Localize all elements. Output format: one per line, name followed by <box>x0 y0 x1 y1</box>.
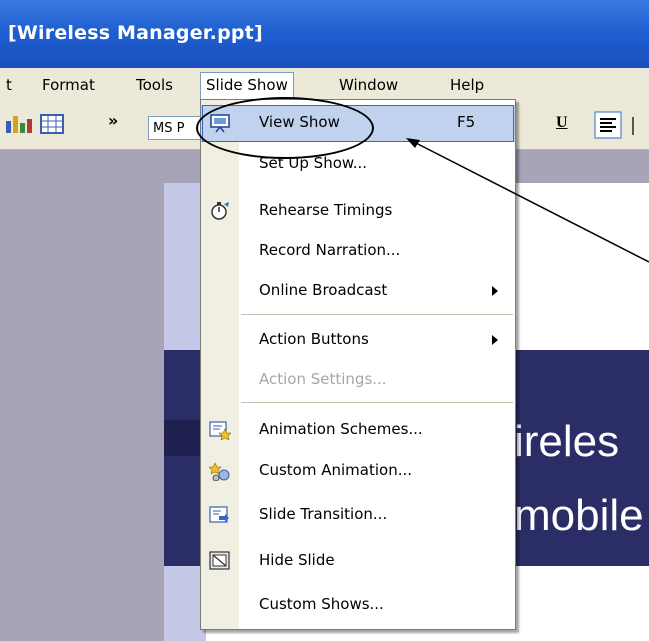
annotation-ellipse <box>196 97 374 159</box>
menu-item-label: Hide Slide <box>259 551 335 569</box>
submenu-arrow-icon <box>492 286 498 296</box>
menu-item-label: Online Broadcast <box>259 281 388 299</box>
window-title: [Wireless Manager.ppt] <box>8 22 263 44</box>
stopwatch-icon <box>211 202 229 220</box>
menu-item-label: Slide Transition... <box>259 505 388 523</box>
menu-separator <box>241 314 513 315</box>
submenu-arrow-icon <box>492 335 498 345</box>
slide-show-menu: View Show F5 Set Up Show... Rehearse Tim… <box>200 99 516 630</box>
window-titlebar[interactable]: [Wireless Manager.ppt] <box>0 0 649 68</box>
menu-item-slide-transition[interactable]: Slide Transition... <box>201 497 515 534</box>
align-left-icon[interactable] <box>594 111 622 139</box>
menu-item-custom-animation[interactable]: Custom Animation... <box>201 453 515 490</box>
menu-item-shortcut: F5 <box>457 113 476 131</box>
menu-tools[interactable]: Tools <box>130 73 179 97</box>
menu-bar: t Format Tools Slide Show Window Help <box>0 68 649 102</box>
menu-item-label: Rehearse Timings <box>259 201 393 219</box>
menu-item-hide-slide[interactable]: Hide Slide <box>201 543 515 580</box>
menu-item-label: Custom Shows... <box>259 595 384 613</box>
menu-item-label: Action Settings... <box>259 370 387 388</box>
menu-help[interactable]: Help <box>444 73 490 97</box>
animation-schemes-icon <box>209 421 231 440</box>
slide-title-line2: mobile <box>514 491 644 540</box>
menu-item-label: Action Buttons <box>259 330 369 348</box>
toolbar-overflow-icon[interactable]: » <box>108 111 118 130</box>
menu-format[interactable]: Format <box>36 73 101 97</box>
menu-item-rehearse-timings[interactable]: Rehearse Timings <box>201 193 515 230</box>
menu-slide-show[interactable]: Slide Show <box>200 72 294 100</box>
menu-item-label: Record Narration... <box>259 241 401 259</box>
menu-item-action-buttons[interactable]: Action Buttons <box>201 322 515 359</box>
slide-title-line1: ireles <box>514 417 620 466</box>
chart-icon[interactable] <box>4 113 34 135</box>
menu-insert-partial[interactable]: t <box>0 73 18 97</box>
menu-item-record-narration[interactable]: Record Narration... <box>201 233 515 270</box>
menu-item-animation-schemes[interactable]: Animation Schemes... <box>201 412 515 449</box>
slide-transition-icon <box>209 506 229 523</box>
slide-accent-block <box>164 420 204 456</box>
underline-button[interactable]: U <box>556 114 568 132</box>
menu-item-action-settings: Action Settings... <box>201 362 515 399</box>
custom-animation-icon <box>209 462 230 481</box>
hide-slide-icon <box>209 551 230 570</box>
menu-item-label: Custom Animation... <box>259 461 413 479</box>
menu-item-custom-shows[interactable]: Custom Shows... <box>201 587 515 624</box>
menu-window[interactable]: Window <box>333 73 404 97</box>
menu-item-label: Animation Schemes... <box>259 420 423 438</box>
toolbar-edge <box>632 117 644 135</box>
menu-separator <box>241 402 513 403</box>
table-icon[interactable] <box>40 114 64 134</box>
menu-item-online-broadcast[interactable]: Online Broadcast <box>201 273 515 310</box>
